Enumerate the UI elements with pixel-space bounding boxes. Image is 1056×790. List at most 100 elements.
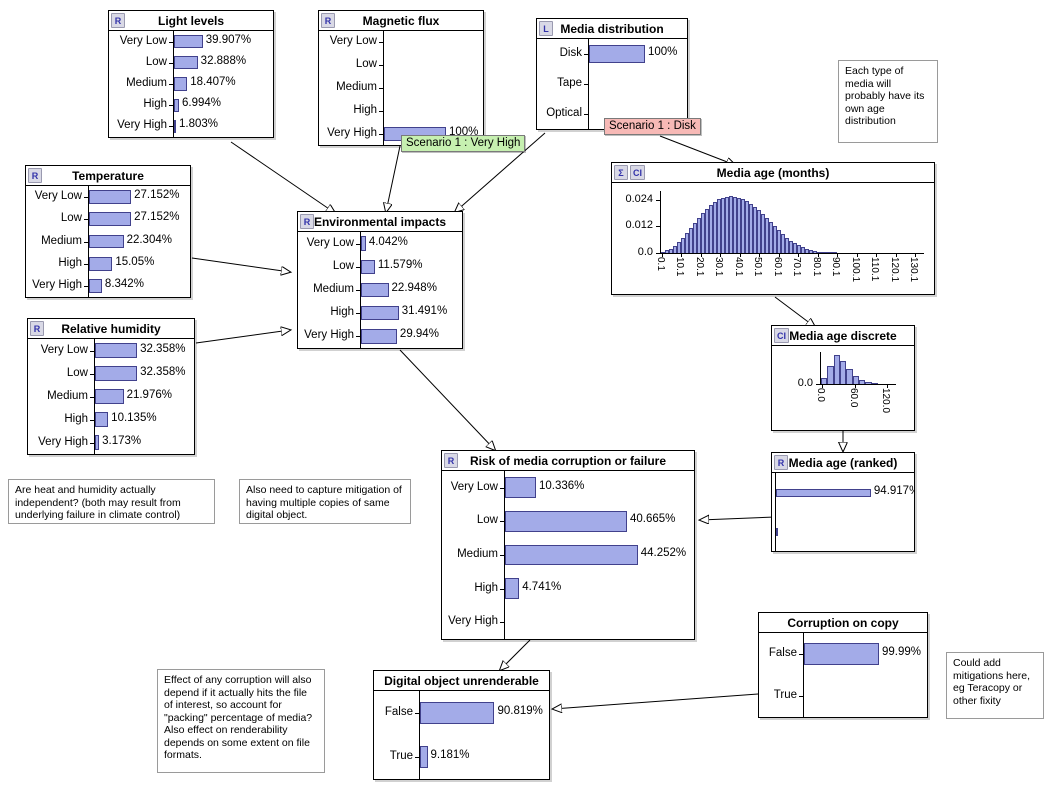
node-badges: R [300,214,314,229]
node-title-bar: R Risk of media corruption or failure [442,451,694,471]
note-mitigation-copies: Also need to capture mitigation of havin… [239,479,411,524]
node-badges: Σ CI [614,165,645,180]
node-media-age-months[interactable]: Σ CI Media age (months) 0.0 0.012 0.024 0.1… [611,162,935,295]
probability-value: 32.888% [200,54,247,67]
bar-state-label: Disk [559,47,582,59]
axis-tick [500,622,504,624]
probability-value: 9.181% [430,749,470,761]
node-media-age-discrete[interactable]: CI Media age discrete 0.0 0.0 60.0 120.0 [771,325,915,431]
probability-bar [89,279,102,293]
node-chart[interactable]: Very Low 4.042% Low 11.579% Medium 22.948% Hig… [298,232,462,348]
hist-x-tick-label: 20.1 [693,257,705,277]
badge-sigma: Σ [614,165,628,180]
bar-chart: Disk 100% Tape Optical [537,39,687,129]
bar-state-label: Very High [32,278,82,291]
probability-bar [505,477,536,499]
note-heat-humidity: Are heat and humidity actually independe… [8,479,215,524]
bar-state-label: Low [332,259,354,272]
node-badges: R [774,455,788,470]
badge-r: R [774,455,788,470]
probability-bar [505,578,520,599]
node-corruption-on-copy[interactable]: Corruption on copy False 99.99% True [758,612,928,718]
node-media-distribution[interactable]: L Media distribution Disk 100% Tape Optical [536,18,688,130]
node-chart[interactable]: Very Low 32.358% Low 32.358% Medium 21.976% Hi… [28,339,194,454]
scenario-tag-magnetic-flux[interactable]: Scenario 1 : Very High [401,135,526,152]
node-chart[interactable]: Very Low 27.152% Low 27.152% Medium 22.304% Hi… [26,186,190,297]
axis-tick [379,110,383,112]
node-chart[interactable]: False 90.819% True 9.181% [374,691,549,779]
axis-tick [799,696,803,697]
hist-y-tick-label: 0.0 [797,377,813,389]
probability-value: 90.819% [497,705,543,717]
node-light-levels[interactable]: R Light levels Very Low 39.907% Low 32.888%… [108,10,274,138]
axis-tick [169,41,173,43]
node-risk-of-media-corruption[interactable]: R Risk of media corruption or failure Ve… [441,450,695,640]
probability-bar [776,488,871,497]
node-chart[interactable]: Very Low 10.336% Low 40.665% Medium 44.252% Hi… [442,471,694,639]
bar-state-label: Medium [457,548,498,560]
node-title-bar: Σ CI Media age (months) [612,163,934,183]
hist-x-tick-label: 0.0 [815,388,826,402]
bar-state-label: Low [355,58,377,71]
node-environmental-impacts[interactable]: R Environmental impacts Very Low 4.042% Lo… [297,211,463,349]
node-magnetic-flux[interactable]: R Magnetic flux Very Low Low Medium High Ver… [318,10,484,146]
histogram-media-age-months[interactable]: 0.0 0.012 0.024 0.1 10.1 20.1 30.1 40.1 50.1 60.1… [612,183,934,294]
node-title-text: Media distribution [560,22,664,36]
bar-state-label: High [474,581,498,594]
node-title-bar: R Relative humidity [28,319,194,339]
bar-chart: 94.917% [772,473,914,551]
bar-state-label: False [384,706,413,718]
bar-state-label: Very High [38,435,88,448]
scenario-tag-media-distribution[interactable]: Scenario 1 : Disk [604,118,701,135]
node-chart[interactable]: Disk 100% Tape Optical [537,39,687,129]
probability-bar [174,35,203,49]
axis-tick [90,373,94,375]
axis-tick [169,105,173,107]
node-title-text: Risk of media corruption or failure [469,454,667,468]
badge-r: R [111,13,125,28]
bar-state-label: High [64,412,88,425]
node-title-text: Corruption on copy [787,616,899,630]
hist-x-tick-label: 10.1 [674,257,686,277]
probability-value: 22.948% [391,282,437,294]
node-chart[interactable]: False 99.99% True [759,633,927,717]
axis-tick [415,713,419,714]
axis-tick [356,243,360,245]
axis-tick [84,263,88,265]
axis-tick [415,757,419,758]
hist-y-tick-label: 0.012 [625,219,653,232]
axis-tick [169,62,173,64]
node-media-age-ranked[interactable]: R Media age (ranked) 94.917% [771,452,915,552]
badge-r: R [300,214,314,229]
node-chart[interactable]: 94.917% [772,473,914,551]
bar-state-label: Very Low [40,343,88,356]
bar-state-label: Very High [304,329,354,342]
axis-tick [500,521,504,523]
hist-x-tick-label: 30.1 [713,257,725,277]
node-relative-humidity[interactable]: R Relative humidity Very Low 32.358% Low 32… [27,318,195,455]
probability-value: 3.173% [102,434,142,447]
axis-tick [90,419,94,421]
node-badges: L [539,21,553,36]
histogram-media-age-discrete[interactable]: 0.0 0.0 60.0 120.0 [772,346,914,430]
probability-value: 22.304% [126,233,172,246]
hist-x-tick-label: 60.1 [771,257,783,277]
node-digital-object-unrenderable[interactable]: Digital object unrenderable False 90.819%… [373,670,550,780]
bar-state-label: False [768,647,797,659]
axis-tick [356,313,360,315]
bar-state-label: Low [60,212,82,225]
probability-bar [361,236,366,251]
probability-value: 44.252% [640,547,687,559]
probability-value: 1.803% [179,118,219,131]
bar-state-label: Very High [327,126,377,139]
node-temperature[interactable]: R Temperature Very Low 27.152% Low 27.152% M… [25,165,191,298]
node-badges: CI [774,328,789,343]
node-chart[interactable]: Very Low 39.907% Low 32.888% Medium 18.407% Hi… [109,31,273,137]
note-teracopy: Could add mitigations here, eg Teracopy … [946,652,1044,719]
node-chart[interactable]: Very Low Low Medium High Very High 100% [319,31,483,145]
hist-x-tick-label: 90.1 [830,257,842,277]
bar-state-label: Medium [47,389,88,402]
hist-x-tick-label: 100.1 [849,257,861,283]
probability-bar [589,44,645,64]
probability-bar [420,702,495,724]
